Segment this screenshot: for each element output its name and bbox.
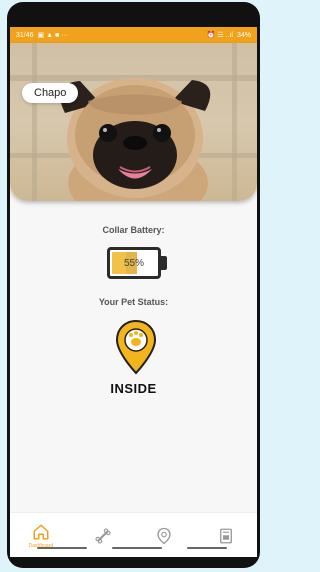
report-icon [220,528,233,543]
pet-status-label: Your Pet Status: [98,297,169,307]
home-icon [33,524,49,539]
collar-battery-label: Collar Battery: [102,225,165,235]
pet-name-chip[interactable]: Chapo [22,83,79,103]
pet-photo: Chapo [10,43,257,201]
bottom-navigation: Dashboard [10,512,257,557]
location-pin-icon [157,527,172,544]
signal-icons: ⏰ ☰ ..ıl [206,32,233,39]
notification-icons: ▣ ▲ ■ ··· [37,32,69,39]
battery-cap [161,256,167,270]
battery-percent: 55% [123,257,144,269]
status-bar: 31/46 ▣ ▲ ■ ··· ⏰ ☰ ..ıl 34% [10,27,257,43]
location-pin-icon [115,319,157,375]
app-screen: 31/46 ▣ ▲ ■ ··· ⏰ ☰ ..ıl 34% Chapo Colla… [10,27,257,557]
system-nav-bar [37,547,227,550]
phone-frame: 31/46 ▣ ▲ ■ ··· ⏰ ☰ ..ıl 34% Chapo Colla… [7,2,260,568]
pug-image [60,78,211,201]
collar-battery-indicator: 55% [107,247,169,279]
status-time: 31/46 [16,31,34,39]
status-battery: 34% [236,31,251,39]
pet-status-value: INSIDE [110,381,157,396]
bone-icon [95,527,111,544]
